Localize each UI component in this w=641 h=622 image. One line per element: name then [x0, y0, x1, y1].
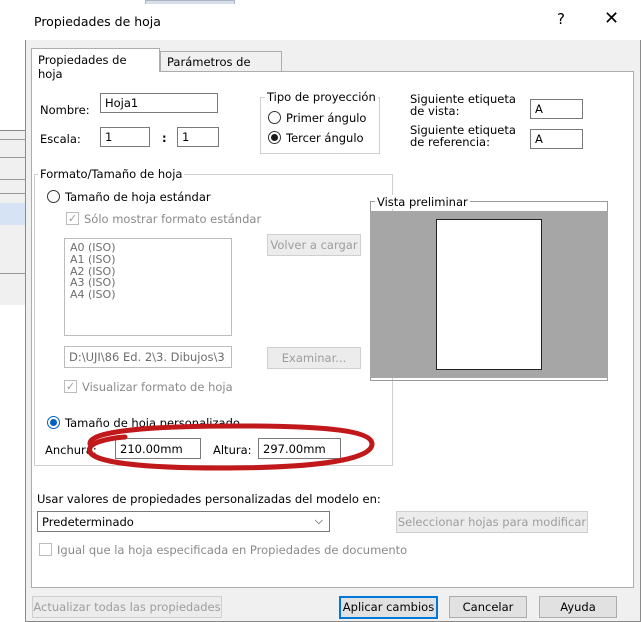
help-button[interactable]: Ayuda [539, 596, 617, 618]
model-properties-label: Usar valores de propiedades personalizad… [37, 492, 381, 506]
same-as-document-label: Igual que la hoja especificada en Propie… [57, 543, 408, 557]
update-all-button[interactable]: Actualizar todas las propiedades [32, 596, 222, 618]
projection-legend: Tipo de proyección [265, 90, 378, 104]
chevron-down-icon: ⌵ [314, 514, 323, 527]
next-view-label-input[interactable]: A [530, 99, 583, 119]
projection-group [260, 97, 380, 154]
name-label: Nombre: [40, 103, 90, 117]
third-angle-radio[interactable] [268, 131, 281, 144]
scale-denominator-input[interactable]: 1 [177, 127, 219, 147]
first-angle-label: Primer ángulo [286, 111, 367, 125]
browse-button[interactable]: Examinar... [267, 347, 361, 369]
sheet-size-list[interactable]: A0 (ISO) A1 (ISO) A2 (ISO) A3 (ISO) A4 (… [64, 238, 232, 336]
model-config-select[interactable]: Predeterminado ⌵ [37, 511, 330, 532]
reload-button[interactable]: Volver a cargar [267, 234, 361, 256]
tab-sheet-properties[interactable]: Propiedades de hoja [31, 48, 160, 81]
preview-legend: Vista preliminar [375, 195, 470, 209]
list-item[interactable]: A1 (ISO) [70, 253, 226, 266]
custom-size-radio[interactable] [47, 416, 60, 429]
help-icon[interactable]: ? [557, 10, 565, 28]
preview-sheet [436, 219, 542, 370]
standard-size-radio[interactable] [47, 190, 60, 203]
next-view-label: Siguiente etiqueta de vista: [410, 92, 516, 118]
standard-only-checkbox[interactable]: ✓ [66, 212, 79, 225]
list-item[interactable]: A4 (ISO) [70, 289, 226, 301]
model-config-value: Predeterminado [42, 515, 134, 529]
show-format-label: Visualizar formato de hoja [82, 380, 233, 394]
select-sheets-button[interactable]: Seleccionar hojas para modificar [396, 511, 588, 533]
third-angle-label: Tercer ángulo [286, 131, 364, 145]
next-reference-label-input[interactable]: A [530, 129, 583, 149]
tab-zone-parameters[interactable]: Parámetros de zona [160, 51, 282, 83]
close-icon[interactable]: ✕ [604, 8, 619, 29]
standard-size-label: Tamaño de hoja estándar [65, 190, 211, 204]
scale-numerator-input[interactable]: 1 [100, 127, 150, 147]
standard-only-label: Sólo mostrar formato estándar [84, 212, 262, 226]
format-path-input[interactable]: D:\UJI\86 Ed. 2\3. Dibujos\3 [64, 346, 232, 368]
name-input[interactable]: Hoja1 [100, 93, 218, 113]
dialog-title: Propiedades de hoja [34, 14, 161, 29]
first-angle-radio[interactable] [268, 111, 281, 124]
annotation-ellipse [87, 423, 375, 471]
scale-separator: : [162, 131, 167, 145]
next-reference-label: Siguiente etiqueta de referencia: [410, 123, 516, 149]
cancel-button[interactable]: Cancelar [449, 596, 527, 618]
format-legend: Formato/Tamaño de hoja [38, 167, 185, 181]
scale-label: Escala: [40, 132, 81, 146]
same-as-document-checkbox[interactable] [39, 543, 52, 556]
show-format-checkbox[interactable]: ✓ [64, 380, 77, 393]
apply-button[interactable]: Aplicar cambios [339, 596, 438, 619]
